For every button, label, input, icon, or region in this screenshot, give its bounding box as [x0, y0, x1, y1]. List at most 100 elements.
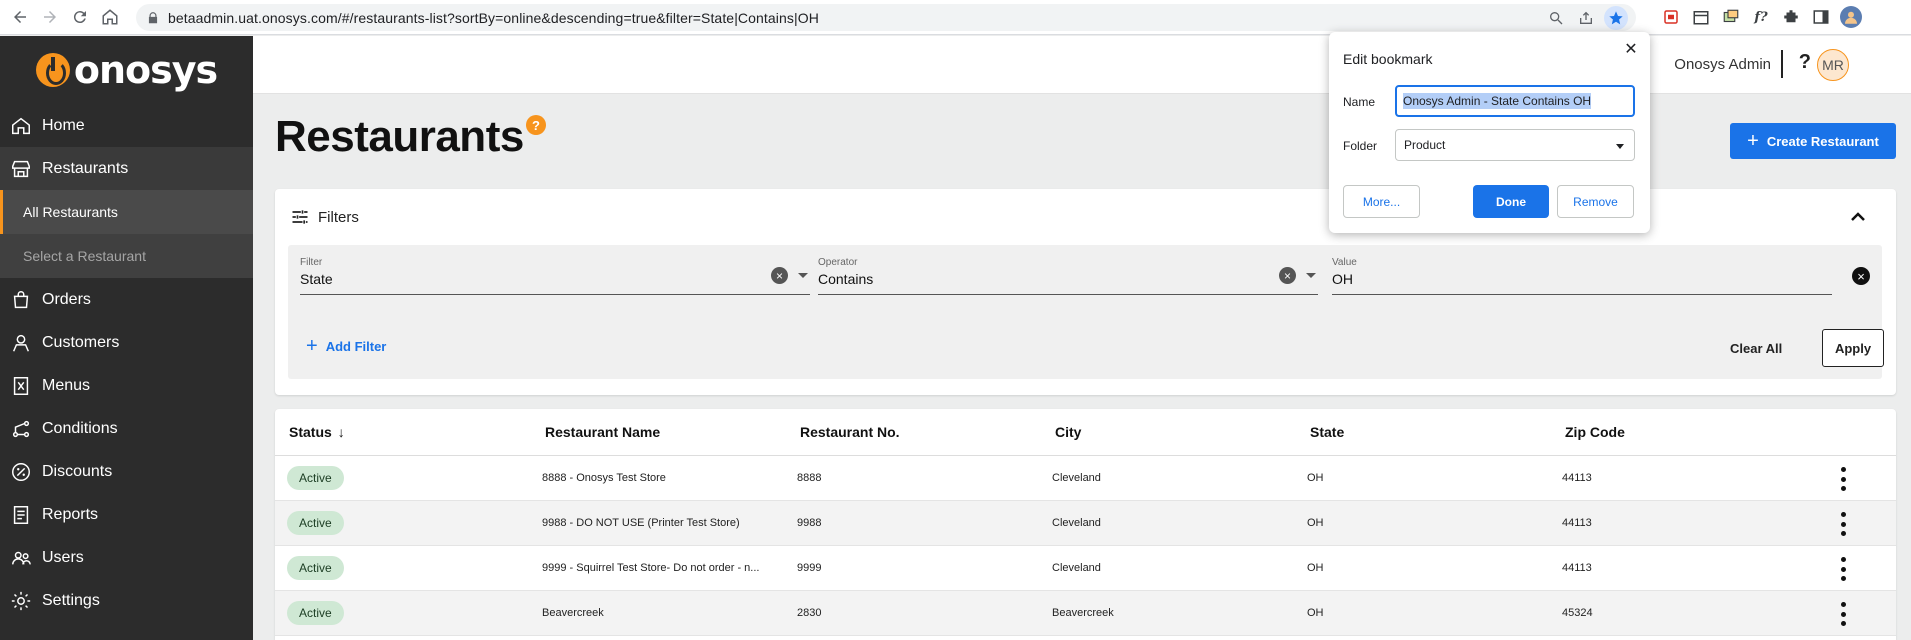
value-field-label: Value — [1332, 257, 1357, 268]
bookmark-star-icon[interactable] — [1604, 6, 1628, 30]
reload-icon[interactable] — [68, 5, 92, 29]
tune-icon — [292, 210, 308, 224]
column-state[interactable]: State — [1310, 424, 1344, 440]
share-icon[interactable] — [1574, 6, 1598, 30]
state-cell: OH — [1307, 472, 1324, 484]
city-cell: Cleveland — [1052, 562, 1101, 574]
sidebar-item-reports[interactable]: Reports — [0, 493, 253, 536]
column-zip-code[interactable]: Zip Code — [1565, 424, 1625, 440]
chevron-down-icon[interactable] — [798, 273, 808, 278]
users-icon — [8, 545, 34, 571]
column-status[interactable]: Status ↓ — [289, 424, 345, 440]
sidebar-item-settings[interactable]: Settings — [0, 579, 253, 622]
sidebar-subitem-all-restaurants[interactable]: All Restaurants — [0, 190, 253, 234]
column-city[interactable]: City — [1055, 424, 1081, 440]
forward-icon[interactable] — [38, 5, 62, 29]
store-icon — [8, 156, 34, 182]
more-vert-icon[interactable] — [1841, 467, 1847, 491]
filters-header[interactable]: Filters — [290, 207, 359, 227]
calendar-icon[interactable] — [1690, 6, 1712, 28]
column-restaurant-name[interactable]: Restaurant Name — [545, 424, 660, 440]
restaurant-no-cell: 9988 — [797, 517, 822, 529]
bookmark-folder-select[interactable]: Product — [1395, 129, 1635, 161]
profile-icon[interactable] — [1840, 6, 1862, 28]
restaurant-no-cell: 2830 — [797, 607, 822, 619]
formula-extension-icon[interactable]: f? — [1750, 6, 1772, 28]
sidebar-item-menus[interactable]: Menus — [0, 364, 253, 407]
add-filter-button[interactable]: + Add Filter — [306, 335, 386, 358]
puzzle-icon[interactable] — [1780, 6, 1802, 28]
page-help-badge[interactable]: ? — [526, 115, 546, 135]
sidebar-item-label: Customers — [42, 333, 120, 351]
pdf-icon[interactable] — [1660, 6, 1682, 28]
table-header: Status ↓ Restaurant Name Restaurant No. C… — [275, 409, 1896, 456]
sidebar-item-restaurants[interactable]: Restaurants — [0, 147, 253, 190]
clear-filter-icon[interactable]: × — [771, 267, 788, 284]
sidebar-icon[interactable] — [1810, 6, 1832, 28]
logo-text: onosys — [73, 48, 218, 92]
browser-toolbar: betaadmin.uat.onosys.com/#/restaurants-l… — [0, 0, 1911, 35]
more-vert-icon[interactable] — [1841, 512, 1847, 536]
sidebar-item-home[interactable]: Home — [0, 104, 253, 147]
avatar[interactable]: MR — [1817, 49, 1849, 81]
home-browser-icon[interactable] — [98, 5, 122, 29]
filter-field-label: Filter — [300, 257, 323, 268]
table-row[interactable]: Active 8888 - Onosys Test Store 8888 Cle… — [275, 456, 1896, 501]
remove-button[interactable]: Remove — [1557, 185, 1634, 218]
state-cell: OH — [1307, 607, 1324, 619]
user-name[interactable]: Onosys Admin — [1674, 56, 1771, 73]
bookmark-name-input[interactable]: Onosys Admin - State Contains OH — [1395, 85, 1635, 117]
sidebar-nav: Home Restaurants All Restaurants Select … — [0, 104, 253, 622]
app-header: Onosys Admin ? MR — [253, 36, 1911, 94]
chevron-up-icon[interactable] — [1846, 205, 1870, 229]
filters-title: Filters — [318, 208, 359, 226]
table-row[interactable]: Active Beavercreek 2830 Beavercreek OH 4… — [275, 591, 1896, 636]
address-bar[interactable]: betaadmin.uat.onosys.com/#/restaurants-l… — [136, 4, 1636, 31]
page-title: Restaurants — [275, 112, 524, 161]
sidebar-item-label: Orders — [42, 290, 91, 308]
onosys-logo[interactable]: onosys — [0, 36, 253, 104]
operator-field-select[interactable]: Operator Contains × — [818, 257, 1318, 295]
more-vert-icon[interactable] — [1841, 557, 1847, 581]
restaurant-no-cell: 9999 — [797, 562, 822, 574]
sidebar-subitem-select-restaurant[interactable]: Select a Restaurant — [0, 234, 253, 278]
filter-field-value: State — [300, 271, 333, 287]
help-button[interactable]: ? — [1799, 51, 1811, 74]
value-field-input[interactable]: Value OH — [1332, 257, 1832, 295]
zoom-icon[interactable] — [1544, 6, 1568, 30]
table-row[interactable]: Active 9988 - DO NOT USE (Printer Test S… — [275, 501, 1896, 546]
logo-power-icon — [35, 53, 70, 87]
apply-button[interactable]: Apply — [1822, 329, 1884, 367]
chevron-down-icon — [1616, 144, 1624, 149]
sort-arrow-icon: ↓ — [337, 424, 345, 440]
remove-filter-icon[interactable]: × — [1852, 267, 1870, 285]
close-icon[interactable]: ✕ — [1620, 38, 1642, 60]
lock-icon — [148, 11, 158, 23]
clear-operator-icon[interactable]: × — [1279, 267, 1296, 284]
sidebar-item-label: Restaurants — [42, 159, 129, 177]
sidebar-item-discounts[interactable]: Discounts — [0, 450, 253, 493]
sidebar-item-conditions[interactable]: Conditions — [0, 407, 253, 450]
more-button[interactable]: More... — [1343, 185, 1420, 218]
bookmark-folder-value: Product — [1404, 138, 1446, 152]
status-badge: Active — [287, 601, 344, 625]
back-icon[interactable] — [8, 5, 32, 29]
restaurant-name-cell: 9988 - DO NOT USE (Printer Test Store) — [542, 517, 740, 529]
zip-cell: 44113 — [1562, 472, 1592, 484]
clear-all-button[interactable]: Clear All — [1730, 341, 1782, 356]
done-button[interactable]: Done — [1473, 185, 1549, 218]
table-row[interactable]: Active 9999 - Squirrel Test Store- Do no… — [275, 546, 1896, 591]
create-restaurant-button[interactable]: + Create Restaurant — [1730, 123, 1896, 159]
status-badge: Active — [287, 511, 344, 535]
sidebar-item-label: Reports — [42, 505, 99, 523]
screenshot-icon[interactable] — [1720, 6, 1742, 28]
filter-row: Filter State × Operator Contains × Value… — [288, 245, 1884, 379]
chevron-down-icon[interactable] — [1306, 273, 1316, 278]
filter-field-select[interactable]: Filter State × — [300, 257, 810, 295]
column-restaurant-no[interactable]: Restaurant No. — [800, 424, 900, 440]
sidebar-item-orders[interactable]: Orders — [0, 278, 253, 321]
sidebar-item-users[interactable]: Users — [0, 536, 253, 579]
sidebar-item-customers[interactable]: Customers — [0, 321, 253, 364]
more-vert-icon[interactable] — [1841, 602, 1847, 626]
dialog-title: Edit bookmark — [1343, 51, 1433, 67]
